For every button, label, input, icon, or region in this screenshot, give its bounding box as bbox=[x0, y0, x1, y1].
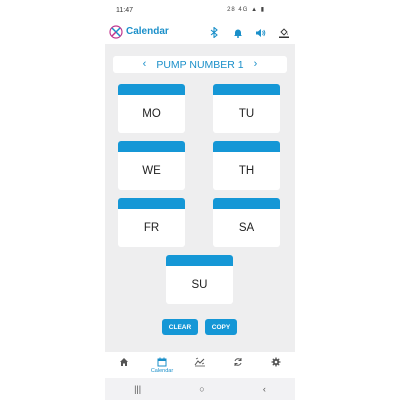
day-label: MO bbox=[142, 108, 161, 120]
fill-bucket-icon[interactable] bbox=[276, 25, 291, 40]
day-card-header-bar bbox=[213, 141, 280, 152]
copy-button[interactable]: COPY bbox=[205, 319, 237, 335]
recents-icon[interactable]: ||| bbox=[134, 384, 141, 394]
day-card-header-bar bbox=[213, 84, 280, 95]
settings-icon bbox=[271, 357, 281, 367]
nav-chart[interactable] bbox=[185, 352, 215, 378]
day-card-friday[interactable]: FR bbox=[118, 198, 185, 247]
app-bar: Calendar bbox=[105, 22, 295, 44]
app-title: Calendar bbox=[126, 26, 169, 37]
nav-home[interactable] bbox=[109, 352, 139, 378]
bluetooth-icon[interactable] bbox=[207, 25, 222, 40]
day-card-header-bar bbox=[118, 198, 185, 209]
next-pump-arrow-icon[interactable]: › bbox=[254, 59, 258, 70]
status-time: 11:47 bbox=[116, 7, 133, 14]
status-bar: 11:47 28 4G ▲ ▮ bbox=[105, 0, 295, 22]
nav-calendar-label: Calendar bbox=[150, 368, 174, 374]
nav-settings[interactable] bbox=[261, 352, 291, 378]
day-card-thursday[interactable]: TH bbox=[213, 141, 280, 190]
home-icon bbox=[120, 358, 128, 366]
alarm-bell-icon[interactable] bbox=[230, 25, 245, 40]
day-label: TH bbox=[238, 165, 255, 177]
day-card-header-bar bbox=[118, 84, 185, 95]
day-card-monday[interactable]: MO bbox=[118, 84, 185, 133]
status-icons: 28 4G ▲ ▮ bbox=[227, 7, 265, 13]
pump-selector: ‹ PUMP NUMBER 1 › bbox=[113, 56, 287, 73]
nav-calendar[interactable]: Calendar bbox=[147, 352, 177, 378]
day-label: SU bbox=[191, 279, 208, 291]
bottom-navigation: Calendar bbox=[105, 352, 295, 378]
volume-icon[interactable] bbox=[253, 25, 268, 40]
day-label: SA bbox=[238, 222, 255, 234]
pump-name: PUMP NUMBER 1 bbox=[156, 58, 244, 71]
calendar-content: ‹ PUMP NUMBER 1 › MO TU WE TH FR SA SU C… bbox=[105, 44, 295, 352]
day-card-saturday[interactable]: SA bbox=[213, 198, 280, 247]
phone-screen: 11:47 28 4G ▲ ▮ Calendar ‹ PUMP NUMBER 1… bbox=[105, 0, 295, 400]
nav-sync[interactable] bbox=[223, 352, 253, 378]
day-card-header-bar bbox=[166, 255, 233, 266]
day-label: FR bbox=[143, 222, 160, 234]
system-navigation-bar: ||| ○ ‹ bbox=[105, 378, 295, 400]
home-circle-icon[interactable]: ○ bbox=[199, 384, 204, 394]
day-card-sunday[interactable]: SU bbox=[166, 255, 233, 304]
calendar-icon bbox=[157, 357, 167, 367]
day-card-wednesday[interactable]: WE bbox=[118, 141, 185, 190]
day-card-tuesday[interactable]: TU bbox=[213, 84, 280, 133]
app-logo-icon bbox=[109, 25, 123, 39]
sync-icon bbox=[234, 358, 242, 366]
clear-button[interactable]: CLEAR bbox=[162, 319, 198, 335]
day-card-header-bar bbox=[213, 198, 280, 209]
day-card-header-bar bbox=[118, 141, 185, 152]
day-label: TU bbox=[238, 108, 255, 120]
previous-pump-arrow-icon[interactable]: ‹ bbox=[143, 59, 147, 70]
back-icon[interactable]: ‹ bbox=[263, 384, 266, 394]
chart-icon bbox=[194, 357, 205, 367]
day-label: WE bbox=[142, 165, 161, 177]
